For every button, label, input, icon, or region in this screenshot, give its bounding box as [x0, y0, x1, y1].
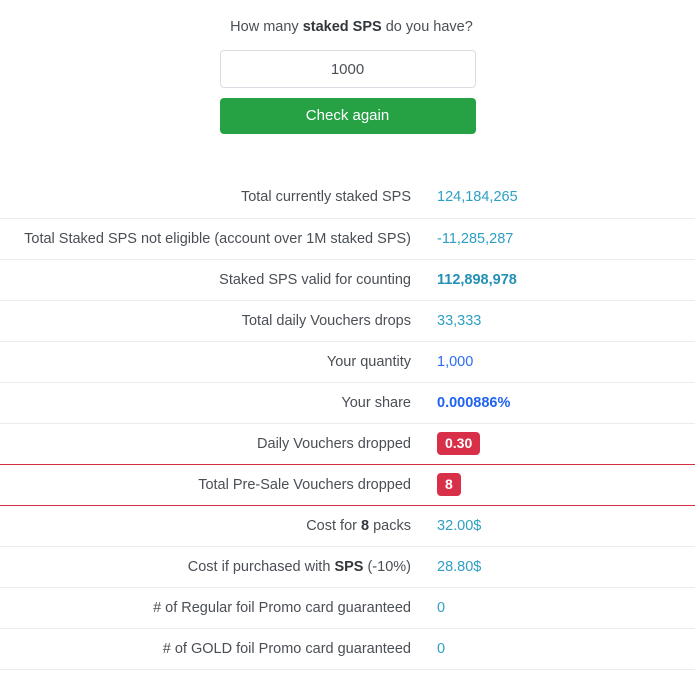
- row-value: 112,898,978: [437, 271, 517, 288]
- row-label-emphasis: 8: [361, 517, 370, 534]
- row-label-text: Staked SPS valid for counting: [219, 271, 411, 288]
- row-value: 0: [437, 599, 446, 616]
- stake-input-wrapper: Check again: [219, 50, 476, 134]
- row-label: Total Pre-Sale Vouchers dropped: [0, 463, 411, 506]
- row-value: 1,000: [437, 353, 474, 370]
- row-label-emphasis: SPS: [334, 558, 364, 575]
- row-label: Total Staked SPS not eligible (account o…: [0, 217, 411, 260]
- table-row: # of GOLD foil Promo card guaranteed 0: [0, 627, 695, 670]
- row-label: # of Regular foil Promo card guaranteed: [0, 586, 411, 629]
- row-value: 33,333: [437, 312, 482, 329]
- results-table: Total currently staked SPS 124,184,265 Tot…: [0, 177, 695, 670]
- row-value: 0.000886%: [437, 394, 511, 411]
- row-value: -11,285,287: [437, 230, 514, 247]
- row-label: Your share: [0, 381, 411, 424]
- table-row: # of Regular foil Promo card guaranteed 0: [0, 586, 695, 629]
- row-label: # of GOLD foil Promo card guaranteed: [0, 627, 411, 670]
- row-label-text: Total Pre-Sale Vouchers dropped: [198, 476, 411, 493]
- staked-sps-input[interactable]: [219, 50, 476, 88]
- table-row: Cost for 8 packs 32.00$: [0, 504, 695, 547]
- row-value-cell: 32.00$: [411, 504, 695, 547]
- table-row: Total Staked SPS not eligible (account o…: [0, 217, 695, 260]
- row-label: Staked SPS valid for counting: [0, 258, 411, 301]
- table-row: Daily Vouchers dropped 0.30: [0, 422, 695, 465]
- row-label: Your quantity: [0, 340, 411, 383]
- table-row: Total daily Vouchers drops 33,333: [0, 299, 695, 342]
- row-value-cell: 8: [411, 463, 695, 506]
- row-label-text: # of GOLD foil Promo card guaranteed: [162, 640, 411, 657]
- table-row: Cost if purchased with SPS (-10%) 28.80$: [0, 545, 695, 588]
- row-value-cell: 124,184,265: [411, 177, 695, 219]
- row-label: Total currently staked SPS: [0, 177, 411, 219]
- row-label-text: Cost if purchased with: [187, 558, 335, 575]
- table-row: Staked SPS valid for counting 112,898,978: [0, 258, 695, 301]
- question-label: How many staked SPS do you have?: [0, 18, 695, 36]
- row-value: 32.00$: [437, 517, 482, 534]
- row-label: Cost if purchased with SPS (-10%): [0, 545, 411, 588]
- status-badge: 0.30: [437, 432, 481, 455]
- row-label-text: Total daily Vouchers drops: [241, 312, 411, 329]
- row-label: Daily Vouchers dropped: [0, 422, 411, 465]
- row-label-text: Total Staked SPS not eligible (account o…: [24, 230, 411, 247]
- row-label-text: Your quantity: [326, 353, 411, 370]
- status-badge: 8: [437, 473, 461, 496]
- stake-form: How many staked SPS do you have? Check a…: [0, 0, 695, 134]
- results-table-body: Total currently staked SPS 124,184,265 Tot…: [0, 177, 695, 670]
- table-row: Your quantity 1,000: [0, 340, 695, 383]
- row-label-suffix: packs: [369, 517, 411, 534]
- row-value-cell: 33,333: [411, 299, 695, 342]
- row-value-cell: 0.30: [411, 422, 695, 465]
- row-value-cell: 112,898,978: [411, 258, 695, 301]
- row-value-cell: 28.80$: [411, 545, 695, 588]
- check-again-button[interactable]: Check again: [219, 98, 476, 134]
- row-value-cell: 0.000886%: [411, 381, 695, 424]
- row-value-cell: 0: [411, 627, 695, 670]
- question-prefix: How many: [230, 19, 303, 35]
- row-label-text: # of Regular foil Promo card guaranteed: [153, 599, 411, 616]
- row-value: 28.80$: [437, 558, 482, 575]
- row-label: Cost for 8 packs: [0, 504, 411, 547]
- row-label-suffix: (-10%): [363, 558, 411, 575]
- row-value-cell: 0: [411, 586, 695, 629]
- voucher-calculator-page: How many staked SPS do you have? Check a…: [0, 0, 695, 687]
- table-row: Total Pre-Sale Vouchers dropped 8: [0, 463, 695, 506]
- table-row: Total currently staked SPS 124,184,265: [0, 177, 695, 219]
- question-suffix: do you have?: [381, 19, 473, 35]
- table-row: Your share 0.000886%: [0, 381, 695, 424]
- row-label: Total daily Vouchers drops: [0, 299, 411, 342]
- row-label-text: Total currently staked SPS: [240, 189, 411, 206]
- row-label-text: Cost for: [306, 517, 361, 534]
- row-label-text: Daily Vouchers dropped: [257, 435, 411, 452]
- row-label-text: Your share: [341, 394, 411, 411]
- row-value-cell: 1,000: [411, 340, 695, 383]
- row-value: 0: [437, 640, 446, 657]
- row-value: 124,184,265: [437, 189, 518, 206]
- question-bold-term: staked SPS: [302, 19, 382, 35]
- row-value-cell: -11,285,287: [411, 217, 695, 260]
